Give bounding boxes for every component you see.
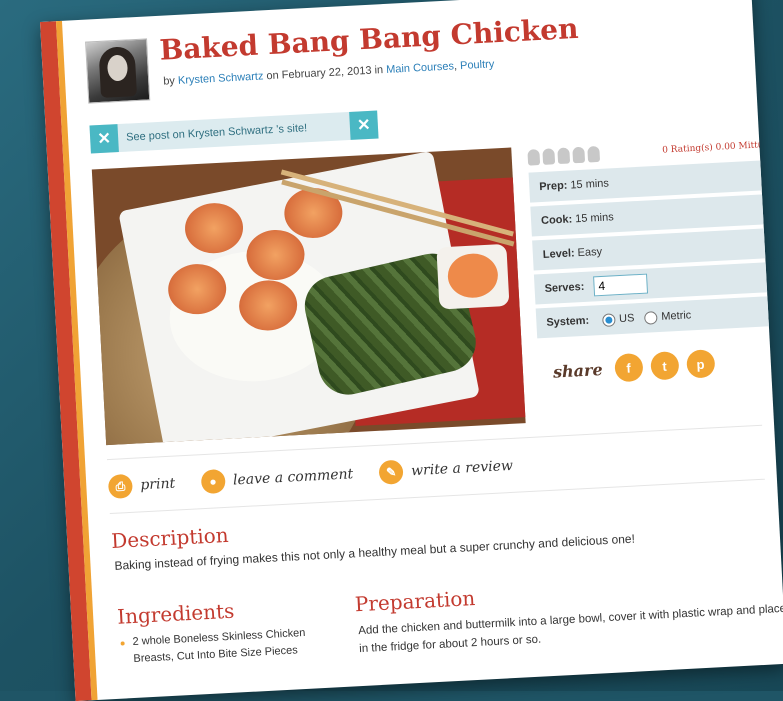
cook-value: 15 mins xyxy=(574,211,615,226)
author-avatar[interactable] xyxy=(85,38,151,104)
description-heading: Description xyxy=(110,522,230,553)
rating-text: 0 Rating(s) 0.00 Mitt(s) xyxy=(661,139,770,156)
preparation-heading: Preparation xyxy=(354,586,476,617)
category-link-poultry[interactable]: Poultry xyxy=(460,58,495,72)
prep-value: 15 mins xyxy=(570,177,610,192)
speech-bubble-icon: ● xyxy=(200,468,226,495)
pencil-icon: ✎ xyxy=(378,459,404,485)
facebook-icon[interactable]: f xyxy=(613,352,644,383)
cook-label: Cook: xyxy=(540,213,573,228)
pinterest-icon[interactable]: p xyxy=(685,349,716,379)
category-separator: , xyxy=(453,60,458,73)
ingredients-heading: Ingredients xyxy=(116,598,235,629)
recipe-photo xyxy=(91,147,526,446)
author-link[interactable]: Krysten Schwartz xyxy=(178,70,264,86)
print-button[interactable]: ⎙ print xyxy=(107,472,176,500)
system-label: System: xyxy=(546,314,590,329)
recipe-title: Baked Bang Bang Chicken xyxy=(158,11,580,67)
prep-label: Prep: xyxy=(539,179,568,194)
level-label: Level: xyxy=(542,247,575,261)
system-us-radio[interactable] xyxy=(601,312,616,327)
share-bar: share f t p xyxy=(552,349,716,385)
print-label: print xyxy=(139,475,176,494)
recipe-content: Baked Bang Bang Chicken by Krysten Schwa… xyxy=(74,0,783,699)
utensils-icon: ✕ xyxy=(89,124,119,154)
system-us-label[interactable]: US xyxy=(619,312,635,325)
share-label: share xyxy=(552,359,604,382)
serves-input[interactable] xyxy=(592,273,648,297)
system-metric-label[interactable]: Metric xyxy=(661,309,692,323)
mitt-icon[interactable] xyxy=(557,147,571,165)
byline-prefix: by xyxy=(162,75,176,88)
printer-icon: ⎙ xyxy=(107,473,134,500)
byline-date: on February 22, 2013 in xyxy=(266,64,384,83)
category-link-main-courses[interactable]: Main Courses xyxy=(386,60,454,76)
mitt-icon[interactable] xyxy=(587,145,601,163)
see-post-link[interactable]: See post on Krysten Schwartz 's site! xyxy=(118,120,350,144)
ingredients-list: 2 whole Boneless Skinless Chicken Breast… xyxy=(120,624,331,669)
recipe-info-panel: Prep: 15 mins Cook: 15 mins Level: Easy … xyxy=(528,159,780,342)
leave-comment-button[interactable]: ● leave a comment xyxy=(200,462,354,495)
mitt-icon[interactable] xyxy=(542,148,556,165)
system-metric-radio[interactable] xyxy=(644,310,658,325)
mitt-icon[interactable] xyxy=(527,149,541,166)
level-value: Easy xyxy=(577,245,603,260)
recipe-actions: ⎙ print ● leave a comment ✎ write a revi… xyxy=(107,453,540,500)
see-post-banner[interactable]: ✕ See post on Krysten Schwartz 's site! … xyxy=(89,110,379,154)
write-review-button[interactable]: ✎ write a review xyxy=(378,454,514,485)
rating-mitts[interactable] xyxy=(527,145,601,166)
ingredient-item: 2 whole Boneless Skinless Chicken Breast… xyxy=(120,624,331,669)
comment-label: leave a comment xyxy=(232,466,354,489)
serves-label: Serves: xyxy=(544,280,585,295)
recipe-card: Baked Bang Bang Chicken by Krysten Schwa… xyxy=(40,0,783,701)
review-label: write a review xyxy=(410,457,514,480)
twitter-icon[interactable]: t xyxy=(649,351,680,381)
utensils-icon: ✕ xyxy=(349,110,379,140)
mitt-icon[interactable] xyxy=(572,146,586,164)
